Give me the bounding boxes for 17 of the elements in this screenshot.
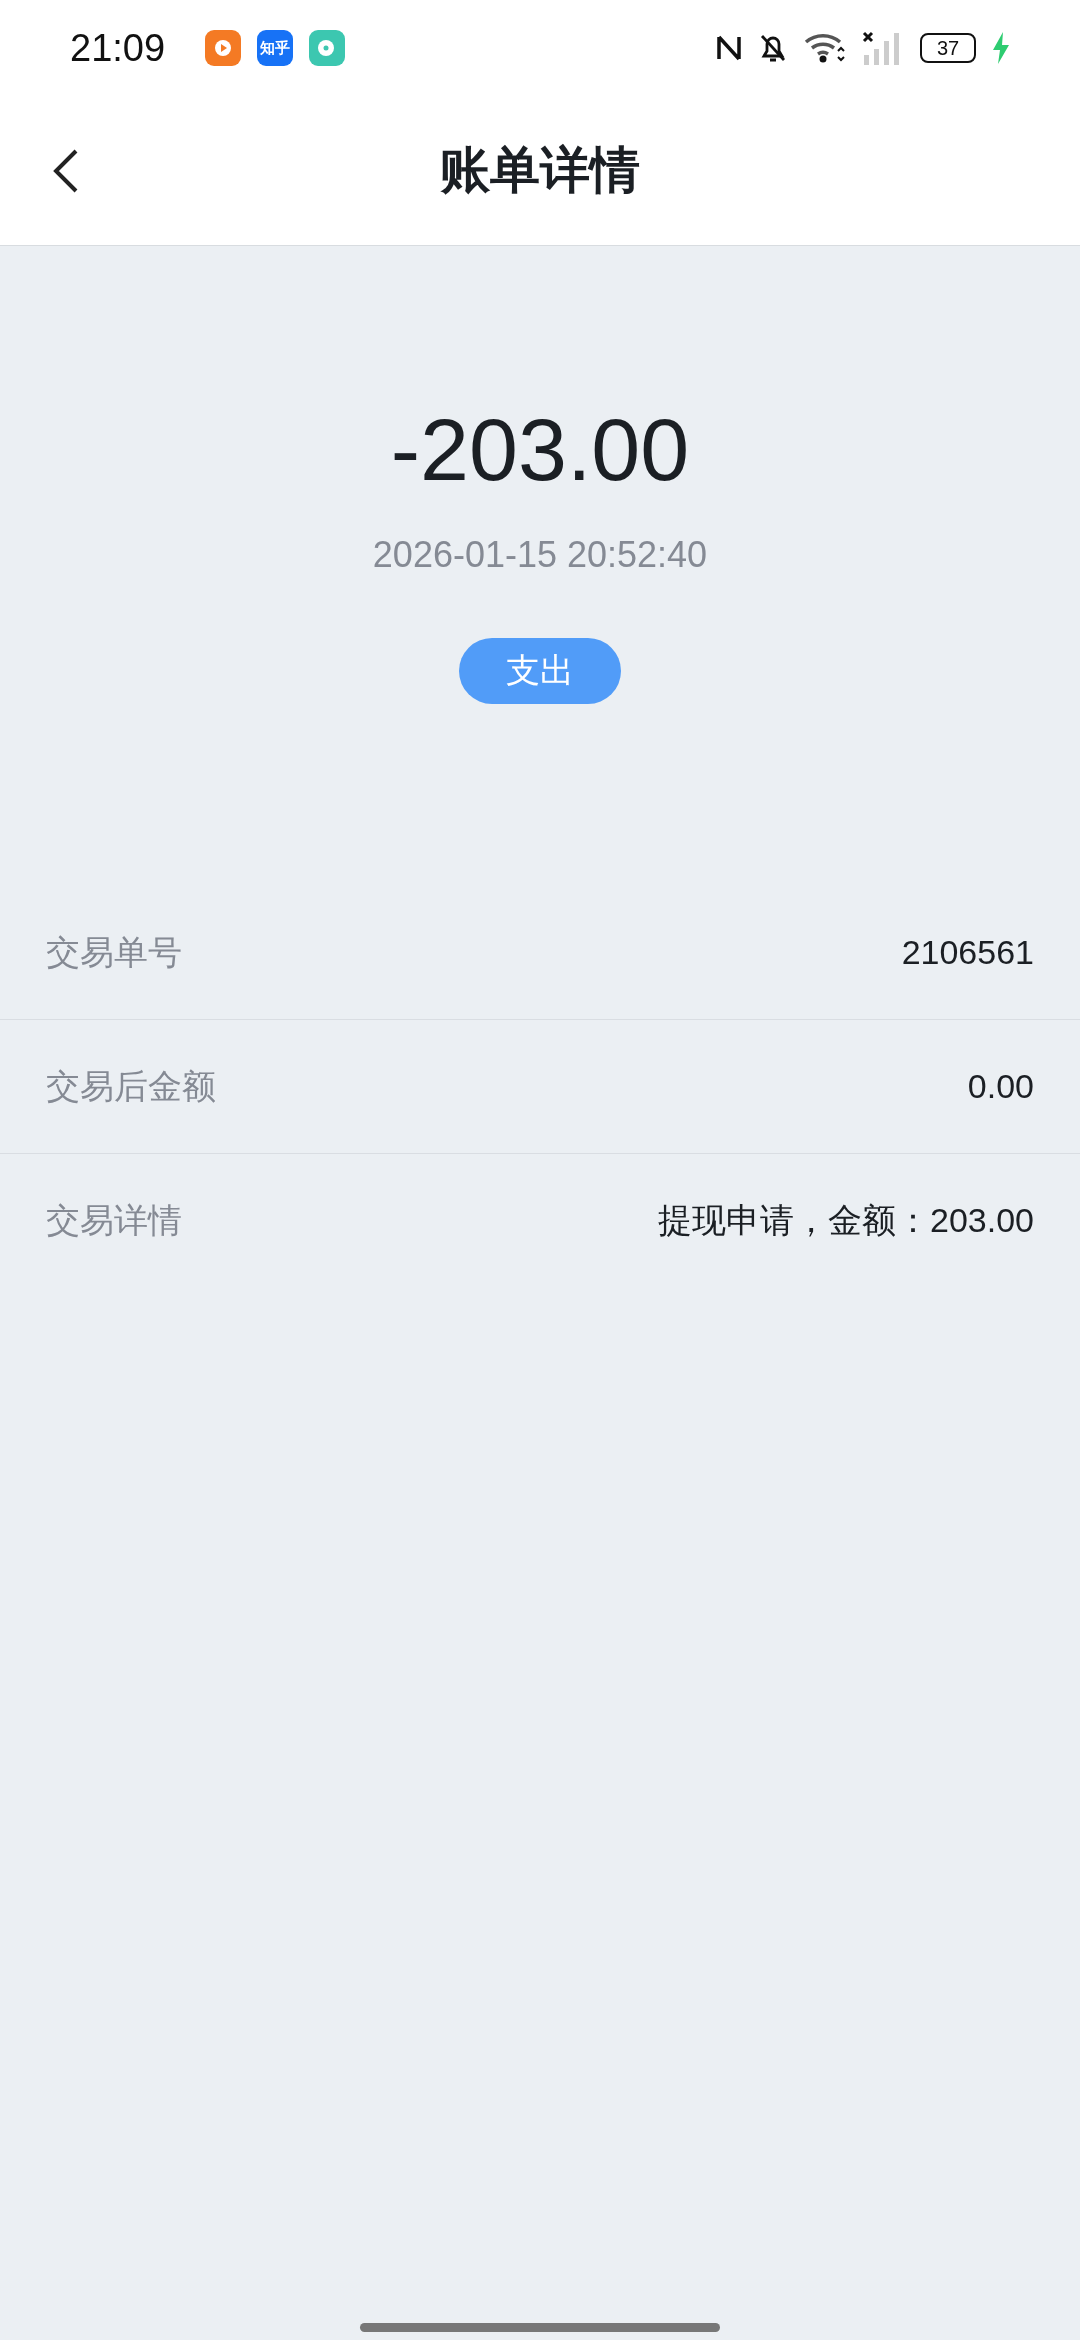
status-time: 21:09: [70, 26, 166, 70]
app-notification-icon: [309, 30, 346, 66]
battery-icon: 37: [920, 33, 976, 63]
detail-value: 2106561: [901, 933, 1034, 972]
transaction-time: 2026-01-15 20:52:40: [372, 534, 708, 576]
page-title: 账单详情: [440, 140, 640, 201]
nfc-icon: [716, 33, 742, 63]
amount: -203.00: [390, 406, 690, 494]
app-notification-icon: 知乎: [257, 30, 294, 66]
detail-value: 提现申请，金额：203.00: [658, 1200, 1034, 1241]
detail-label: 交易单号: [46, 930, 182, 974]
wifi-icon: [804, 32, 846, 64]
detail-label: 交易详情: [46, 1199, 182, 1242]
app-notification-icon: [205, 30, 242, 66]
type-tag: 支出: [459, 638, 621, 704]
detail-label: 交易后金额: [46, 1064, 216, 1108]
detail-value: 0.00: [967, 1067, 1034, 1106]
